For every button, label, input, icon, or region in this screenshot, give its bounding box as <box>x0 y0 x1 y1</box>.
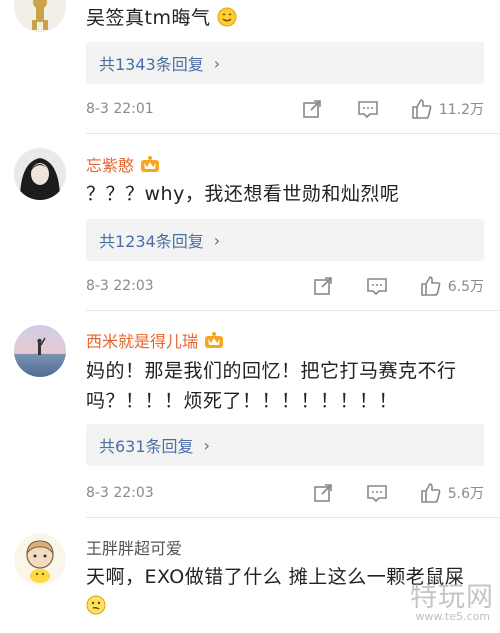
avatar[interactable] <box>14 325 66 377</box>
like-icon[interactable] <box>420 275 442 297</box>
watermark-logo-text: 特玩网 <box>410 582 494 613</box>
comment-date: 8-3 22:03 <box>86 485 154 501</box>
chevron-right-icon: › <box>213 230 221 250</box>
comment-icon[interactable] <box>357 98 379 120</box>
comment-date: 8-3 22:01 <box>86 101 154 117</box>
username[interactable]: 西米就是得儿瑞 <box>86 328 198 352</box>
replies-count: 共1343条回复 <box>99 55 204 74</box>
replies-link[interactable]: 共1343条回复 › <box>86 42 484 84</box>
comment-actions: 6.5万 <box>312 274 484 298</box>
share-icon[interactable] <box>312 482 334 504</box>
chevron-right-icon: › <box>203 435 210 455</box>
comment-meta: 8-3 22:03 6.5万 <box>86 274 484 298</box>
comment-actions: 11.2万 <box>301 97 484 121</box>
divider <box>86 517 500 518</box>
divider <box>86 133 500 134</box>
comment-icon[interactable] <box>366 482 388 504</box>
chevron-right-icon: › <box>213 53 221 73</box>
smile-emoji-icon <box>217 7 237 27</box>
username[interactable]: 王胖胖超可爱 <box>86 535 182 559</box>
site-watermark: 特玩网 www.te5.com <box>394 575 494 623</box>
comment-text: 吴签真tm晦气 <box>86 4 486 32</box>
comment-icon[interactable] <box>366 275 388 297</box>
comment-date: 8-3 22:03 <box>86 278 154 294</box>
comment-meta: 8-3 22:01 11.2万 <box>86 97 484 121</box>
share-icon[interactable] <box>301 98 323 120</box>
avatar[interactable] <box>14 148 66 200</box>
comment-text: 妈的！那是我们的回忆！把它打马赛克不行吗？！！！烦死了！！！！！！！！ <box>86 360 457 412</box>
comment-text: ？？？why，我还想看世勋和灿烈呢 <box>86 183 400 205</box>
avatar[interactable] <box>14 533 66 585</box>
username[interactable]: 忘紫憨 <box>86 152 134 176</box>
comment-actions: 5.6万 <box>312 481 484 505</box>
like-count: 6.5万 <box>447 279 484 295</box>
like-count: 11.2万 <box>438 102 484 118</box>
replies-count: 共631条回复 <box>99 437 194 456</box>
share-icon[interactable] <box>312 275 334 297</box>
username-row: 王胖胖超可爱 <box>86 535 182 559</box>
divider <box>86 310 500 311</box>
smirk-emoji-icon <box>86 595 106 615</box>
username-row: 忘紫憨 <box>86 152 160 176</box>
username-row: 西米就是得儿瑞 <box>86 328 224 352</box>
replies-link[interactable]: 共1234条回复 › <box>86 219 484 261</box>
comment-meta: 8-3 22:03 5.6万 <box>86 481 484 505</box>
like-icon[interactable] <box>420 482 442 504</box>
replies-link[interactable]: 共631条回复 › <box>86 424 484 466</box>
vip-crown-icon <box>141 156 160 172</box>
like-count: 5.6万 <box>447 486 484 502</box>
vip-crown-icon <box>205 332 224 348</box>
like-icon[interactable] <box>411 98 433 120</box>
avatar[interactable] <box>14 0 66 32</box>
replies-count: 共1234条回复 <box>99 232 204 251</box>
watermark-url: www.te5.com <box>415 610 490 623</box>
